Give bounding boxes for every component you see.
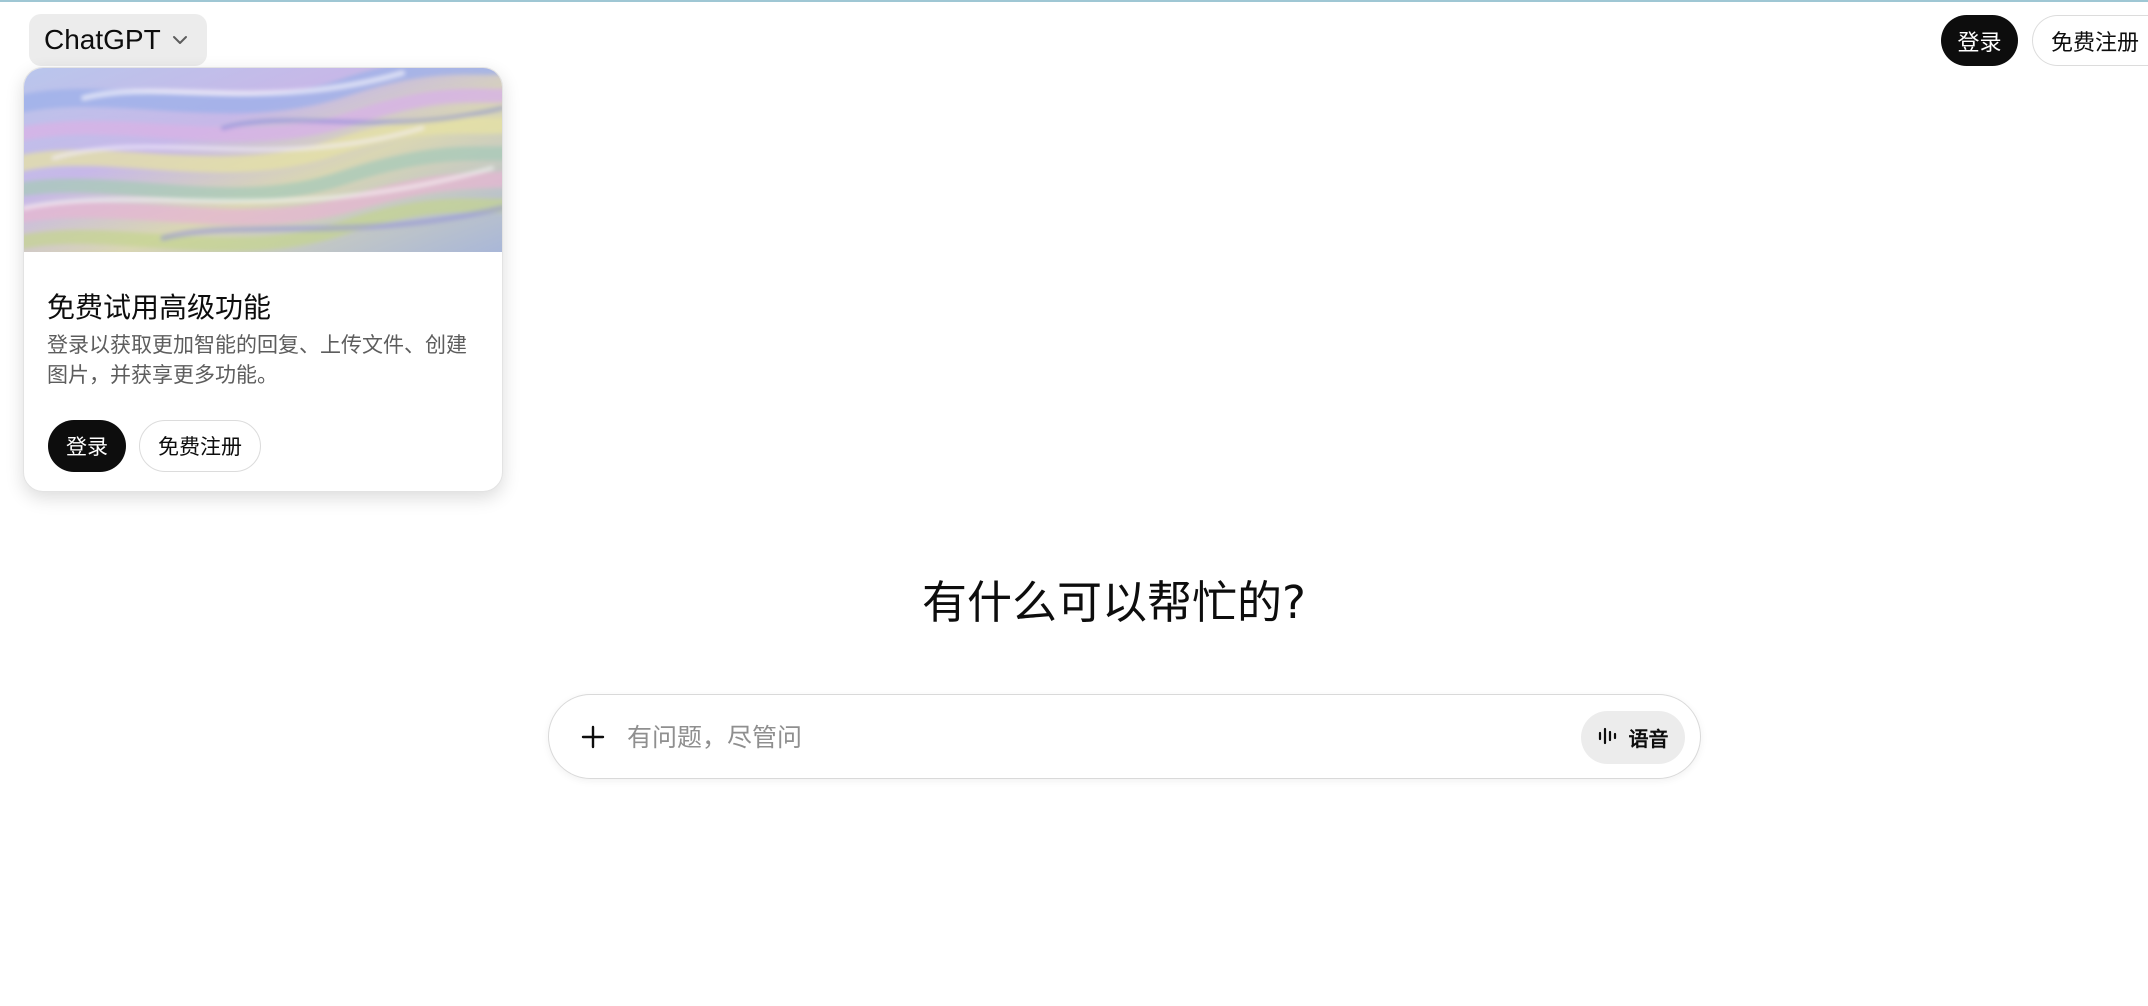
promo-title: 免费试用高级功能 [47,291,272,324]
promo-card: 免费试用高级功能 登录以获取更加智能的回复、上传文件、创建图片，并获享更多功能。… [23,67,503,492]
promo-banner-image [24,68,502,252]
waveform-icon [1598,726,1620,750]
model-name: ChatGPT [44,24,161,55]
message-composer: 语音 [548,694,1701,779]
model-switcher-button[interactable]: ChatGPT [29,14,207,66]
header-signup-button[interactable]: 免费注册 [2032,15,2148,66]
promo-signup-button[interactable]: 免费注册 [139,420,261,472]
promo-login-button[interactable]: 登录 [48,420,126,472]
promo-description: 登录以获取更加智能的回复、上传文件、创建图片，并获享更多功能。 [47,333,467,387]
header-login-button[interactable]: 登录 [1941,15,2018,66]
message-input[interactable] [627,713,1527,761]
page-headline: 有什么可以帮忙的? [922,576,1306,629]
page: ChatGPT 登录 免费注册 免费试用高级功能 登录以获取更加智能的回复、上传… [0,0,2148,1006]
top-accent-line [0,0,2148,2]
chevron-down-icon [171,31,189,49]
voice-label: 语音 [1628,727,1669,751]
voice-button[interactable]: 语音 [1581,711,1685,764]
plus-icon[interactable] [571,715,615,759]
